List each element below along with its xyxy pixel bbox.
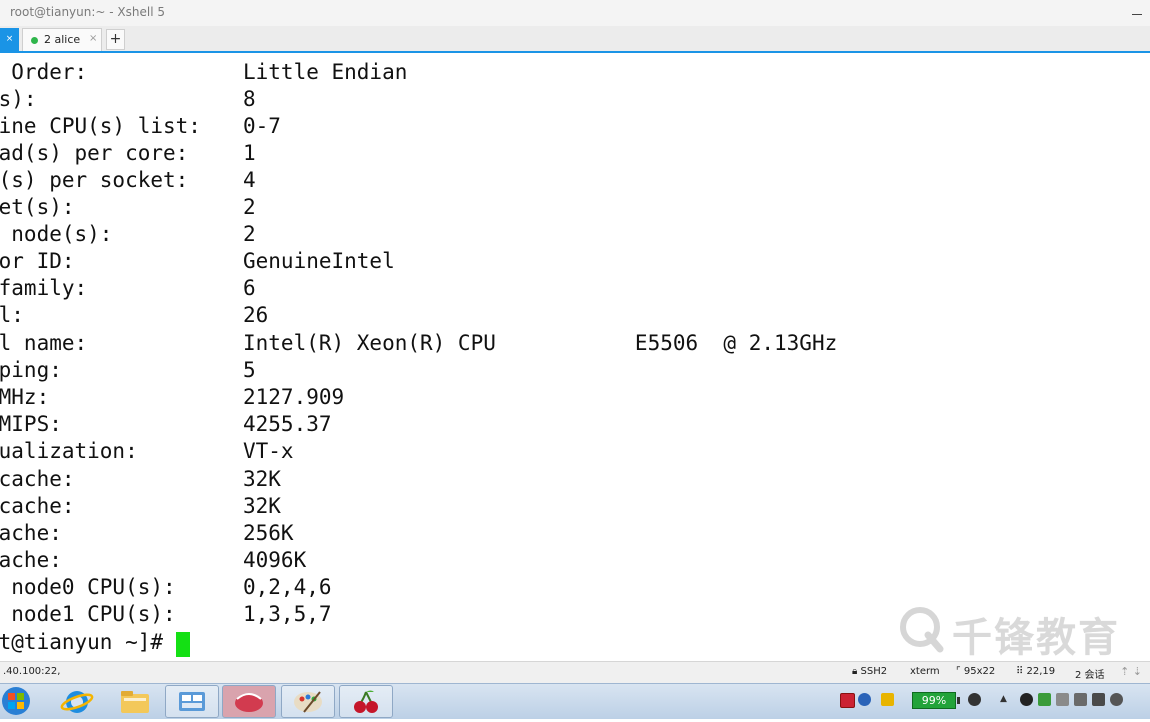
- terminal-type: xterm: [910, 666, 940, 677]
- taskbar-explorer-button[interactable]: [108, 685, 162, 718]
- tray-app-icon[interactable]: [881, 693, 894, 706]
- windows-logo-icon: [2, 687, 30, 715]
- cherry-icon: [354, 690, 378, 713]
- minimize-button[interactable]: [1128, 4, 1144, 20]
- paint-palette-icon: [294, 691, 322, 713]
- internet-explorer-icon: [60, 691, 94, 713]
- title-bar: root@tianyun:~ - Xshell 5: [0, 0, 1150, 26]
- session-count: 2 会话: [1075, 670, 1105, 681]
- control-panel-icon: [179, 692, 205, 711]
- tab-session-alice[interactable]: 2 alice ×: [22, 28, 102, 51]
- tray-app-icon[interactable]: [840, 693, 855, 708]
- session-nav-arrows[interactable]: ⇡ ⇣: [1120, 665, 1142, 678]
- taskbar-xshell-button[interactable]: [222, 685, 276, 718]
- tab-previous[interactable]: ×: [0, 28, 19, 51]
- start-button[interactable]: [0, 685, 54, 718]
- folder-icon: [121, 691, 149, 713]
- tray-app-icon[interactable]: [1056, 693, 1069, 706]
- terminal-size: ⌜ 95x22: [956, 666, 996, 677]
- text-cursor: [176, 632, 190, 657]
- cursor-position: ⠿ 22,19: [1016, 666, 1056, 677]
- tray-app-icon[interactable]: [968, 693, 981, 706]
- resize-icon: ⌜: [956, 666, 964, 677]
- show-hidden-icons-icon[interactable]: ▲: [1000, 693, 1013, 706]
- battery-indicator[interactable]: 99%: [912, 692, 960, 709]
- taskbar-paint-button[interactable]: [281, 685, 335, 718]
- protocol-indicator: 🔒︎ SSH2: [852, 666, 888, 677]
- terminal-output[interactable]: e Order:Little Endian (s):8 line CPU(s) …: [0, 53, 1150, 661]
- taskbar-control-panel-button[interactable]: [165, 685, 219, 718]
- close-icon[interactable]: ×: [6, 34, 14, 44]
- watermark: 千锋教育: [898, 603, 1148, 661]
- connection-host: .40.100:22,: [3, 666, 61, 677]
- network-icon[interactable]: [1092, 693, 1105, 706]
- window-title: root@tianyun:~ - Xshell 5: [10, 5, 166, 19]
- tab-bar: × 2 alice × +: [0, 26, 1150, 53]
- help-icon[interactable]: [858, 693, 871, 706]
- new-tab-button[interactable]: +: [106, 29, 125, 50]
- tray-app-icon[interactable]: [1074, 693, 1087, 706]
- tray-app-icon[interactable]: [1038, 693, 1051, 706]
- volume-icon[interactable]: [1110, 693, 1123, 706]
- watermark-logo-icon: [900, 607, 944, 653]
- taskbar-ie-button[interactable]: [52, 685, 106, 718]
- position-icon: ⠿: [1016, 666, 1027, 677]
- tab-label: 2 alice: [44, 33, 81, 46]
- watermark-text: 千锋教育: [952, 615, 1120, 661]
- qq-icon[interactable]: [1020, 693, 1033, 706]
- close-icon[interactable]: ×: [89, 33, 97, 44]
- xshell-icon: [235, 693, 263, 712]
- status-bar: .40.100:22, 🔒︎ SSH2 xterm ⌜ 95x22 ⠿ 22,1…: [0, 661, 1150, 683]
- connected-status-icon: [31, 37, 38, 44]
- taskbar-cherry-app-button[interactable]: [339, 685, 393, 718]
- windows-taskbar: 99% ▲: [0, 683, 1150, 719]
- lock-icon: 🔒︎: [852, 666, 858, 677]
